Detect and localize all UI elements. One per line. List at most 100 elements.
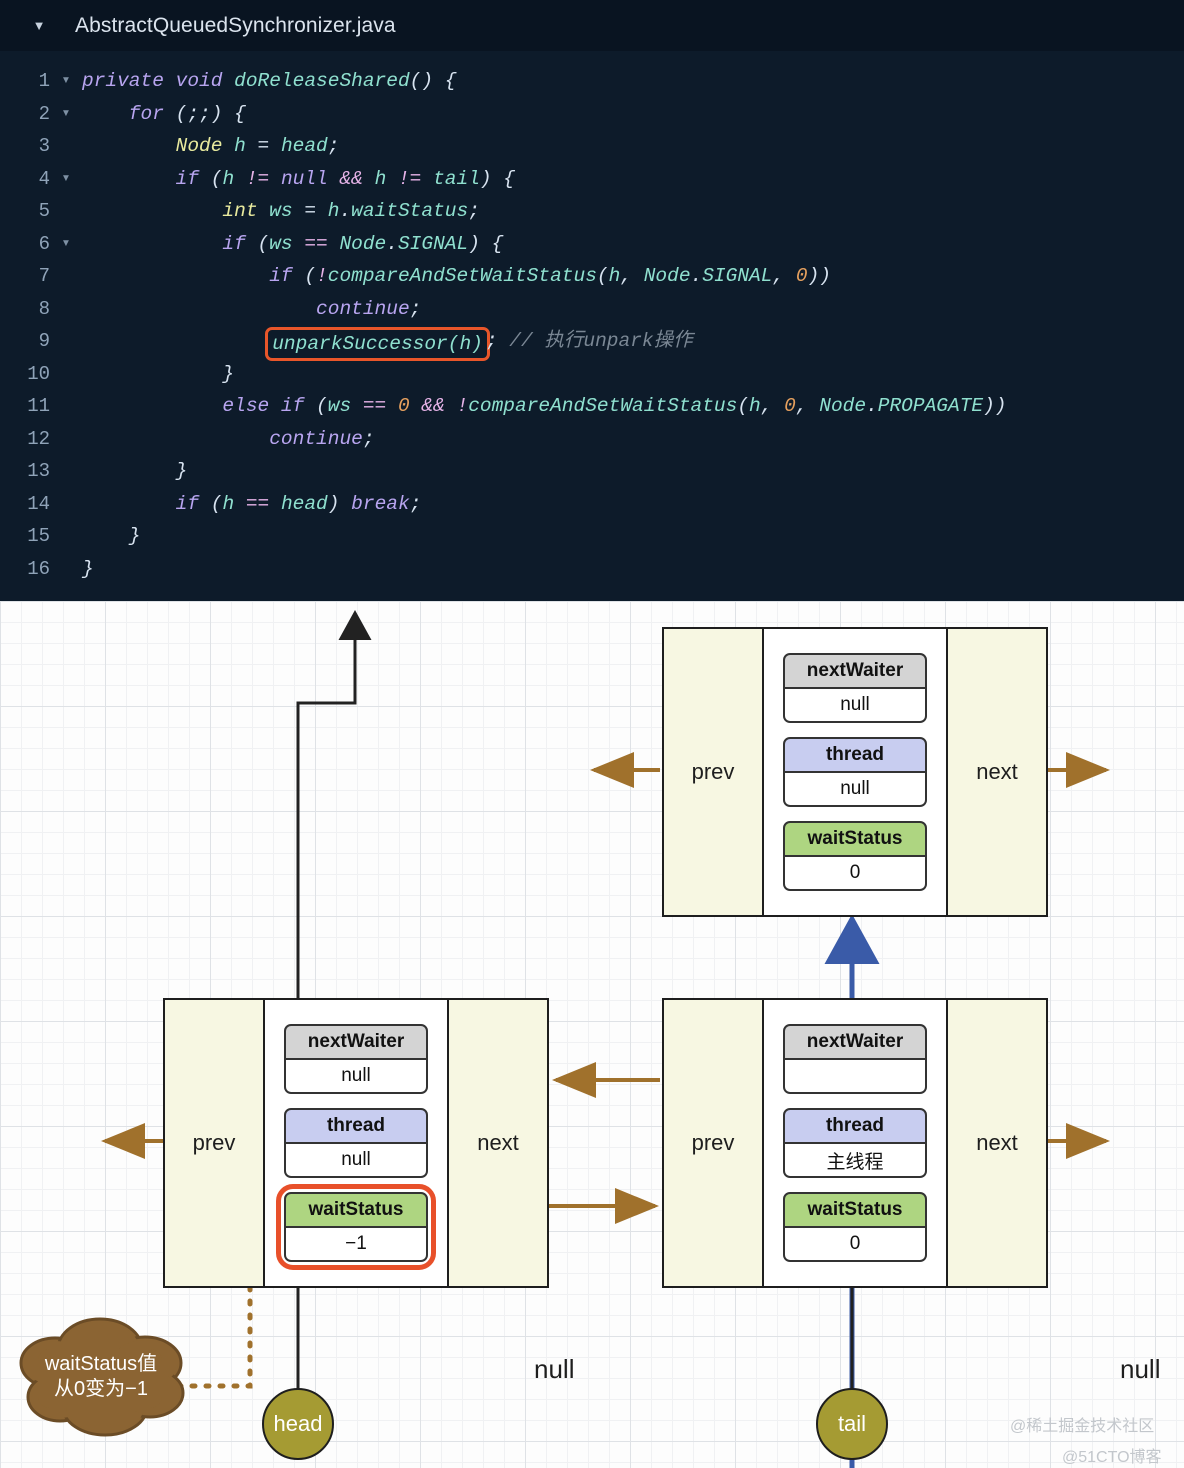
field-next-waiter-value: null <box>284 1059 428 1094</box>
fold-toggle-icon[interactable]: ▼ <box>50 163 82 196</box>
code-line-text: private void doReleaseShared() { <box>82 70 457 92</box>
line-number: 10 <box>27 362 50 385</box>
code-line-text: unparkSuccessor(h); // 执行unpark操作 <box>82 325 693 361</box>
line-number: 3 <box>38 135 50 157</box>
field-next-waiter-label: nextWaiter <box>284 1024 428 1059</box>
code-line: 16 } <box>0 553 1184 586</box>
top-node-next-null-label: null <box>1120 1354 1161 1384</box>
code-line: 11 else if (ws == 0 && !compareAndSetWai… <box>0 390 1184 423</box>
code-comment: // 执行unpark操作 <box>509 330 693 352</box>
tail-pointer-circle: tail <box>816 1388 888 1460</box>
field-wait-status-value: −1 <box>284 1227 428 1262</box>
line-number: 12 <box>27 427 50 450</box>
node-next-label: next <box>976 1130 1018 1155</box>
field-wait-status-label: waitStatus <box>284 1192 428 1227</box>
watermark-secondary: @51CTO博客 <box>1062 1449 1162 1466</box>
code-line: 10 } <box>0 358 1184 391</box>
code-line: 4 ▼ if (h != null && h != tail) { <box>0 163 1184 196</box>
fold-toggle-icon[interactable]: ▼ <box>50 65 82 98</box>
caret-down-icon[interactable]: ▼ <box>28 18 50 33</box>
cloud-line-2: 从0变为−1 <box>54 1378 148 1400</box>
code-filename-label: AbstractQueuedSynchronizer.java <box>75 13 396 37</box>
code-line: 8 continue; <box>0 293 1184 326</box>
code-line: 15 } <box>0 520 1184 553</box>
node-prev-label: prev <box>691 1130 735 1155</box>
code-line-text: Node h = head; <box>82 135 340 157</box>
node-fields: nextWaiter null thread null waitStatus −… <box>265 1000 447 1286</box>
field-thread-value: null <box>284 1143 428 1178</box>
aqs-node-bottom-left: prev nextWaiter null thread null waitSta… <box>163 998 549 1288</box>
line-number: 1 <box>38 70 50 92</box>
code-line-text: for (;;) { <box>82 102 246 125</box>
line-number: 15 <box>27 525 50 547</box>
field-wait-status: waitStatus 0 <box>783 821 927 891</box>
code-line: 12 continue; <box>0 423 1184 456</box>
node-next-cell: next <box>946 1000 1046 1286</box>
fold-toggle-icon[interactable]: ▼ <box>50 228 82 261</box>
annotation-cloud-text: waitStatus值 从0变为−1 <box>8 1331 194 1423</box>
unpark-successor-highlight: unparkSuccessor(h) <box>265 327 490 361</box>
node-next-cell: next <box>946 629 1046 915</box>
field-next-waiter-label: nextWaiter <box>783 653 927 688</box>
field-next-waiter-value <box>783 1059 927 1094</box>
line-number: 16 <box>27 557 50 580</box>
code-line-text: } <box>82 557 94 580</box>
node-next-cell: next <box>447 1000 547 1286</box>
code-line-text: if (!compareAndSetWaitStatus(h, Node.SIG… <box>82 265 831 287</box>
code-line: 3 Node h = head; <box>0 130 1184 163</box>
field-thread-label: thread <box>783 737 927 772</box>
tail-pointer-label: tail <box>837 1411 867 1436</box>
line-number: 4 <box>38 167 50 190</box>
node-next-label: next <box>477 1130 519 1155</box>
head-pointer-label: head <box>273 1411 323 1436</box>
line-number: 6 <box>38 232 50 255</box>
field-thread-label: thread <box>783 1108 927 1143</box>
head-pointer-circle: head <box>262 1388 334 1460</box>
field-next-waiter: nextWaiter null <box>284 1024 428 1094</box>
code-line: 1 ▼ private void doReleaseShared() { <box>0 65 1184 98</box>
code-line-text: continue; <box>82 427 375 450</box>
code-line: 2 ▼ for (;;) { <box>0 98 1184 131</box>
code-line-text: } <box>82 460 188 482</box>
field-next-waiter: nextWaiter null <box>783 653 927 723</box>
node-prev-cell: prev <box>165 1000 265 1286</box>
field-thread-value: 主线程 <box>783 1143 927 1178</box>
cloud-line-1: waitStatus值 <box>44 1353 158 1375</box>
code-line-text: if (h == head) break; <box>82 492 422 515</box>
code-line: 14 if (h == head) break; <box>0 488 1184 521</box>
line-number: 13 <box>27 460 50 482</box>
field-next-waiter-label: nextWaiter <box>783 1024 927 1059</box>
line-number: 2 <box>38 102 50 125</box>
field-next-waiter-value: null <box>783 688 927 723</box>
aqs-node-top: prev nextWaiter null thread null waitSta… <box>662 627 1048 917</box>
field-thread: thread 主线程 <box>783 1108 927 1178</box>
code-line: 6 ▼ if (ws == Node.SIGNAL) { <box>0 228 1184 261</box>
aqs-node-diagram: prev nextWaiter null thread null waitSta… <box>0 601 1184 1468</box>
code-line-text: continue; <box>82 297 422 320</box>
watermark-primary: @稀土掘金技术社区 <box>1010 1418 1155 1435</box>
node-prev-label: prev <box>192 1130 236 1155</box>
code-line-highlighted: 9 unparkSuccessor(h); // 执行unpark操作 <box>0 325 1184 361</box>
field-wait-status: waitStatus 0 <box>783 1192 927 1262</box>
code-file-header[interactable]: ▼ AbstractQueuedSynchronizer.java <box>0 0 1184 51</box>
field-wait-status-highlighted: waitStatus −1 <box>276 1184 436 1270</box>
code-line: 13 } <box>0 455 1184 488</box>
line-number: 14 <box>27 492 50 515</box>
line-number: 11 <box>27 395 50 417</box>
code-lines-container: 1 ▼ private void doReleaseShared() { 2 ▼… <box>0 51 1184 601</box>
field-wait-status-value: 0 <box>783 1227 927 1262</box>
node-fields: nextWaiter thread 主线程 waitStatus 0 <box>764 1000 946 1286</box>
code-line-text: } <box>82 362 235 385</box>
field-wait-status-value: 0 <box>783 856 927 891</box>
code-line-text: int ws = h.waitStatus; <box>82 200 480 222</box>
field-next-waiter: nextWaiter <box>783 1024 927 1094</box>
code-line-text: if (ws == Node.SIGNAL) { <box>82 232 504 255</box>
line-number: 5 <box>38 200 50 222</box>
node-next-label: next <box>976 759 1018 784</box>
line-number: 7 <box>38 265 50 287</box>
code-line: 7 if (!compareAndSetWaitStatus(h, Node.S… <box>0 260 1184 293</box>
field-thread-value: null <box>783 772 927 807</box>
node-prev-cell: prev <box>664 629 764 915</box>
line-number: 9 <box>38 330 50 352</box>
fold-toggle-icon[interactable]: ▼ <box>50 98 82 131</box>
